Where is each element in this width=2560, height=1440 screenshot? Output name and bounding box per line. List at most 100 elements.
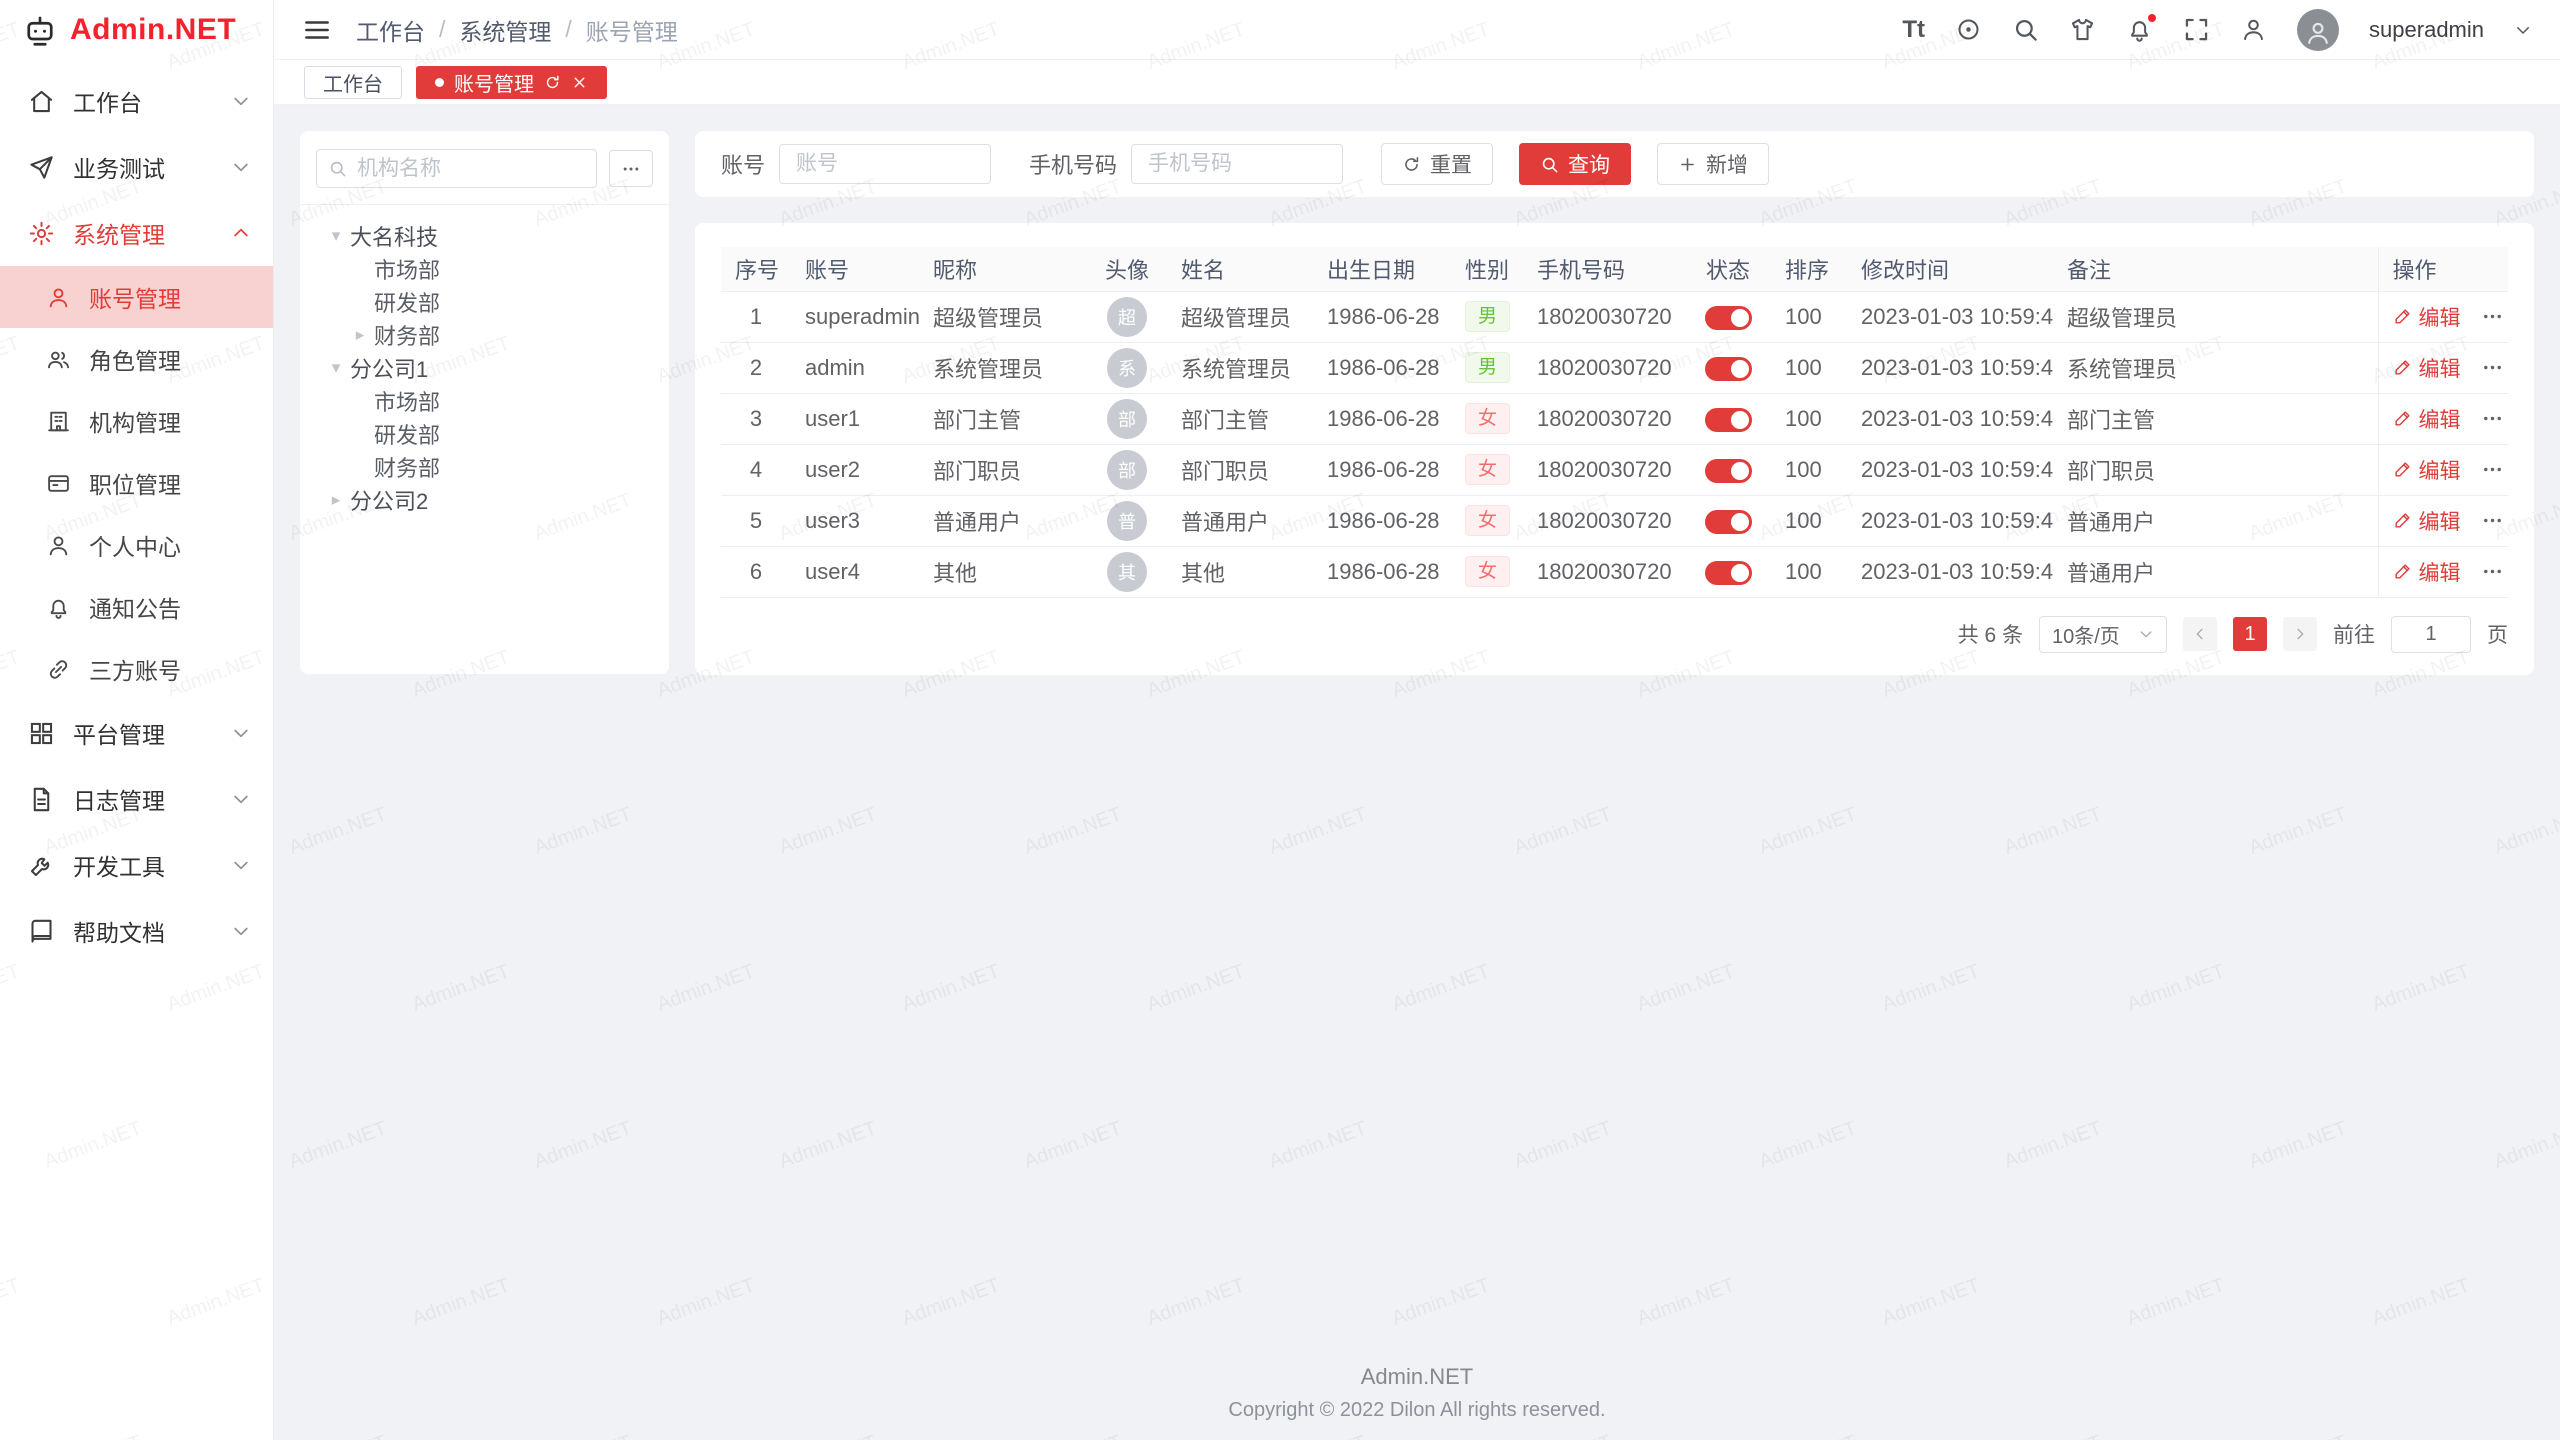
tab-workbench[interactable]: 工作台 [304,66,402,99]
sidebar-item-business-test[interactable]: 业务测试 [0,134,273,200]
row-avatar: 部 [1107,450,1147,490]
tree-node[interactable]: 市场部 [316,384,653,417]
more-icon [621,159,641,179]
edit-button[interactable]: 编辑 [2393,302,2461,332]
page-number-button[interactable]: 1 [2233,617,2267,651]
sidebar-item-workbench[interactable]: 工作台 [0,68,273,134]
phone-input[interactable] [1131,144,1343,184]
table-header-row: 序号账号昵称头像姓名出生日期性别手机号码状态排序修改时间备注操作 [721,247,2508,291]
edit-button[interactable]: 编辑 [2393,353,2461,383]
edit-button[interactable]: 编辑 [2393,506,2461,536]
org-search-input[interactable] [316,149,597,188]
prev-page-button[interactable] [2183,617,2217,651]
cell-birthday: 1986-06-28 [1313,393,1451,444]
status-toggle[interactable] [1705,306,1752,330]
row-more-icon[interactable] [2481,560,2504,583]
caret-icon[interactable]: ▸ [346,325,374,345]
notification-bell[interactable] [2126,16,2153,43]
cell-avatar: 超 [1087,291,1167,342]
cell-modified: 2023-01-03 10:59:44 [1847,546,2053,597]
caret-icon[interactable]: ▸ [322,490,350,510]
close-icon[interactable] [571,74,588,91]
caret-icon[interactable]: ▾ [322,358,350,378]
caret-icon[interactable]: ▾ [322,226,350,246]
cell-account: user2 [791,444,919,495]
submenu-item-account-management[interactable]: 账号管理 [0,266,273,328]
edit-button[interactable]: 编辑 [2393,557,2461,587]
tree-node[interactable]: ▸分公司2 [316,483,653,516]
row-more-icon[interactable] [2481,509,2504,532]
edit-button[interactable]: 编辑 [2393,455,2461,485]
tree-node[interactable]: ▸财务部 [316,318,653,351]
tree-node[interactable]: 财务部 [316,450,653,483]
theme-icon[interactable] [2069,16,2096,43]
table-row: 6user4其他其其他1986-06-28女180200307201002023… [721,546,2508,597]
hamburger-icon[interactable] [302,15,332,45]
status-toggle[interactable] [1705,561,1752,585]
goto-page-input[interactable] [2391,616,2471,653]
edit-icon [2393,409,2412,428]
search-icon[interactable] [2012,16,2039,43]
tree-node[interactable]: ▾大名科技 [316,219,653,252]
cell-idx: 5 [721,495,791,546]
circle-dot-icon[interactable] [1955,16,1982,43]
status-toggle[interactable] [1705,357,1752,381]
username[interactable]: superadmin [2369,17,2484,43]
submenu-item-org-management[interactable]: 机构管理 [0,390,273,452]
edit-button[interactable]: 编辑 [2393,404,2461,434]
chevron-down-icon[interactable] [2514,21,2532,39]
cell-order: 100 [1771,444,1847,495]
submenu-item-position-management[interactable]: 职位管理 [0,452,273,514]
tree-node[interactable]: 研发部 [316,417,653,450]
status-toggle[interactable] [1705,459,1752,483]
submenu-item-notice[interactable]: 通知公告 [0,576,273,638]
row-more-icon[interactable] [2481,407,2504,430]
avatar[interactable] [2297,9,2339,51]
cell-account: user4 [791,546,919,597]
submenu-item-thirdparty-account[interactable]: 三方账号 [0,638,273,700]
font-size-icon[interactable]: Tt [1902,18,1925,42]
tabs-bar: 工作台 账号管理 [274,60,2560,105]
add-button[interactable]: 新增 [1657,143,1769,185]
sidebar-item-system-management[interactable]: 系统管理 [0,200,273,266]
right-column: 账号 手机号码 重置 查询 新增 [695,131,2534,1414]
account-input[interactable] [779,144,991,184]
cell-idx: 1 [721,291,791,342]
query-button[interactable]: 查询 [1519,143,1631,185]
user-config-icon[interactable] [2240,16,2267,43]
breadcrumb-item[interactable]: 系统管理 [459,13,551,47]
reset-button[interactable]: 重置 [1381,143,1493,185]
chevron-down-icon [231,921,251,941]
column-header-name: 姓名 [1167,247,1313,291]
tree-node[interactable]: 研发部 [316,285,653,318]
tab-account-management[interactable]: 账号管理 [416,66,607,99]
tree-node[interactable]: 市场部 [316,252,653,285]
row-more-icon[interactable] [2481,458,2504,481]
footer-copyright: Copyright © 2022 Dilon All rights reserv… [274,1399,2560,1422]
status-toggle[interactable] [1705,510,1752,534]
sidebar-item-dev-tools[interactable]: 开发工具 [0,832,273,898]
cell-idx: 2 [721,342,791,393]
refresh-icon[interactable] [544,74,561,91]
cell-nickname: 部门职员 [919,444,1087,495]
fullscreen-icon[interactable] [2183,16,2210,43]
org-more-button[interactable] [609,150,653,187]
sidebar-item-platform-management[interactable]: 平台管理 [0,700,273,766]
link-icon [46,657,71,682]
row-more-icon[interactable] [2481,305,2504,328]
next-page-button[interactable] [2283,617,2317,651]
chevron-down-icon [231,789,251,809]
pagination: 共 6 条 10条/页 1 前往 [721,616,2508,653]
submenu-item-role-management[interactable]: 角色管理 [0,328,273,390]
breadcrumb-item[interactable]: 工作台 [356,13,425,47]
cell-idx: 4 [721,444,791,495]
status-toggle[interactable] [1705,408,1752,432]
cell-account: admin [791,342,919,393]
page-size-select[interactable]: 10条/页 [2039,616,2167,653]
tree-node[interactable]: ▾分公司1 [316,351,653,384]
row-more-icon[interactable] [2481,356,2504,379]
column-header-status: 状态 [1685,247,1771,291]
sidebar-item-help-docs[interactable]: 帮助文档 [0,898,273,964]
sidebar-item-log-management[interactable]: 日志管理 [0,766,273,832]
submenu-item-profile-center[interactable]: 个人中心 [0,514,273,576]
